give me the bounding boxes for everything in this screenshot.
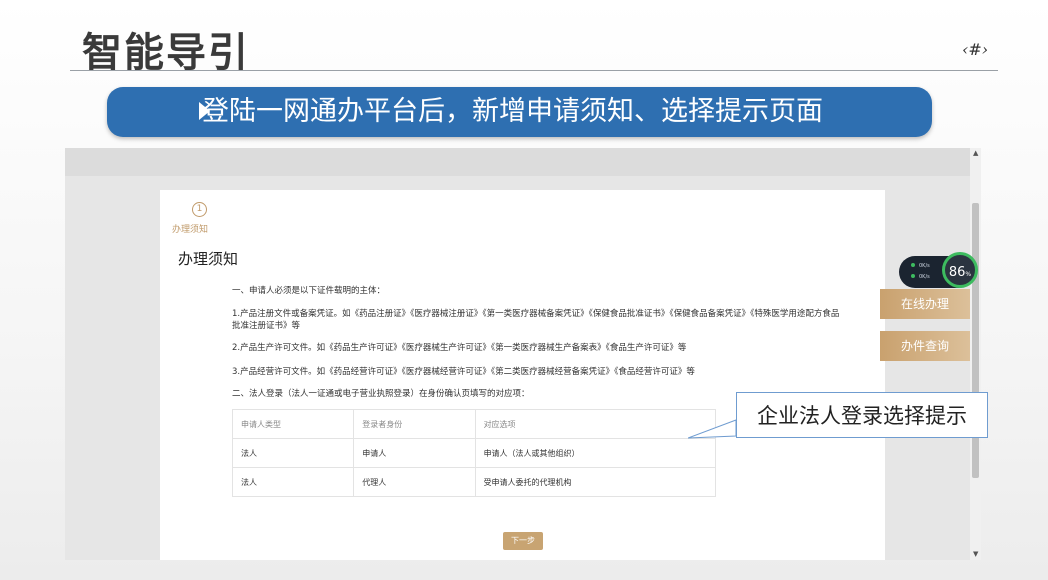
table-cell: 申请人 xyxy=(353,438,476,468)
banner-text: 登陆一网通办平台后，新增申请须知、选择提示页面 xyxy=(202,96,823,127)
table-cell: 法人 xyxy=(231,438,355,468)
step-indicator: 1 xyxy=(192,202,207,217)
title-divider xyxy=(70,70,998,71)
notice-paragraph: 2.产品生产许可文件。如《药品生产许可证》《医疗器械生产许可证》《第一类医疗器械… xyxy=(232,343,687,353)
notice-card: 1 办理须知 办理须知 一、申请人必须是以下证件载明的主体： 1.产品注册文件或… xyxy=(160,190,885,560)
online-apply-button[interactable]: 在线办理 xyxy=(880,289,970,319)
table-cell: 代理人 xyxy=(353,467,476,497)
table-row: 法人 代理人 受申请人委托的代理机构 xyxy=(231,467,717,497)
table-header-row: 申请人类型 登录者身份 对应选项 xyxy=(231,409,717,439)
upload-speed-value: 0K/s xyxy=(919,263,930,269)
table-header-cell: 对应选项 xyxy=(474,409,717,439)
page-number: ‹#› xyxy=(962,40,989,59)
download-speed: 0K/s xyxy=(911,274,930,280)
banner: 登陆一网通办平台后，新增申请须知、选择提示页面 xyxy=(107,87,932,137)
notice-paragraph: 一、申请人必须是以下证件载明的主体： xyxy=(232,286,386,296)
gauge-unit: % xyxy=(965,271,972,278)
notice-paragraph: 1.产品注册文件或备案凭证。如《药品注册证》《医疗器械注册证》《第一类医疗器械备… xyxy=(232,309,840,331)
download-speed-value: 0K/s xyxy=(919,274,930,280)
table-header-cell: 登录者身份 xyxy=(353,409,476,439)
scroll-up-icon[interactable]: ▲ xyxy=(973,149,978,157)
callout-pointer xyxy=(688,419,737,439)
notice-paragraph: 3.产品经营许可文件。如《药品经营许可证》《医疗器械经营许可证》《第二类医疗器械… xyxy=(232,367,695,377)
upload-speed: 0K/s xyxy=(911,263,930,269)
table-cell: 受申请人委托的代理机构 xyxy=(474,467,717,497)
upload-dot-icon xyxy=(911,263,915,267)
app-screenshot: ▲ ▼ 1 办理须知 办理须知 一、申请人必须是以下证件载明的主体： 1.产品注… xyxy=(65,148,981,560)
scrollbar[interactable]: ▲ ▼ xyxy=(970,148,981,560)
download-dot-icon xyxy=(911,274,915,278)
network-speed-widget[interactable]: 0K/s 0K/s 86% xyxy=(899,252,978,288)
table-header-cell: 申请人类型 xyxy=(231,409,355,439)
options-table: 申请人类型 登录者身份 对应选项 法人 申请人 申请人（法人或其他组织） 法人 … xyxy=(231,409,717,497)
gauge-value: 86 xyxy=(948,265,966,280)
page-heading: 办理须知 xyxy=(178,250,239,268)
memory-gauge: 86% xyxy=(942,252,978,288)
case-query-button[interactable]: 办件查询 xyxy=(880,331,970,361)
next-step-button[interactable]: 下一步 xyxy=(503,532,543,550)
table-cell: 法人 xyxy=(231,467,355,497)
table-row: 法人 申请人 申请人（法人或其他组织） xyxy=(231,438,717,468)
app-top-bar xyxy=(65,148,970,176)
callout-box: 企业法人登录选择提示 xyxy=(736,392,988,438)
scroll-down-icon[interactable]: ▼ xyxy=(973,550,978,558)
step-label: 办理须知 xyxy=(172,225,209,235)
table-cell: 申请人（法人或其他组织） xyxy=(474,438,717,468)
